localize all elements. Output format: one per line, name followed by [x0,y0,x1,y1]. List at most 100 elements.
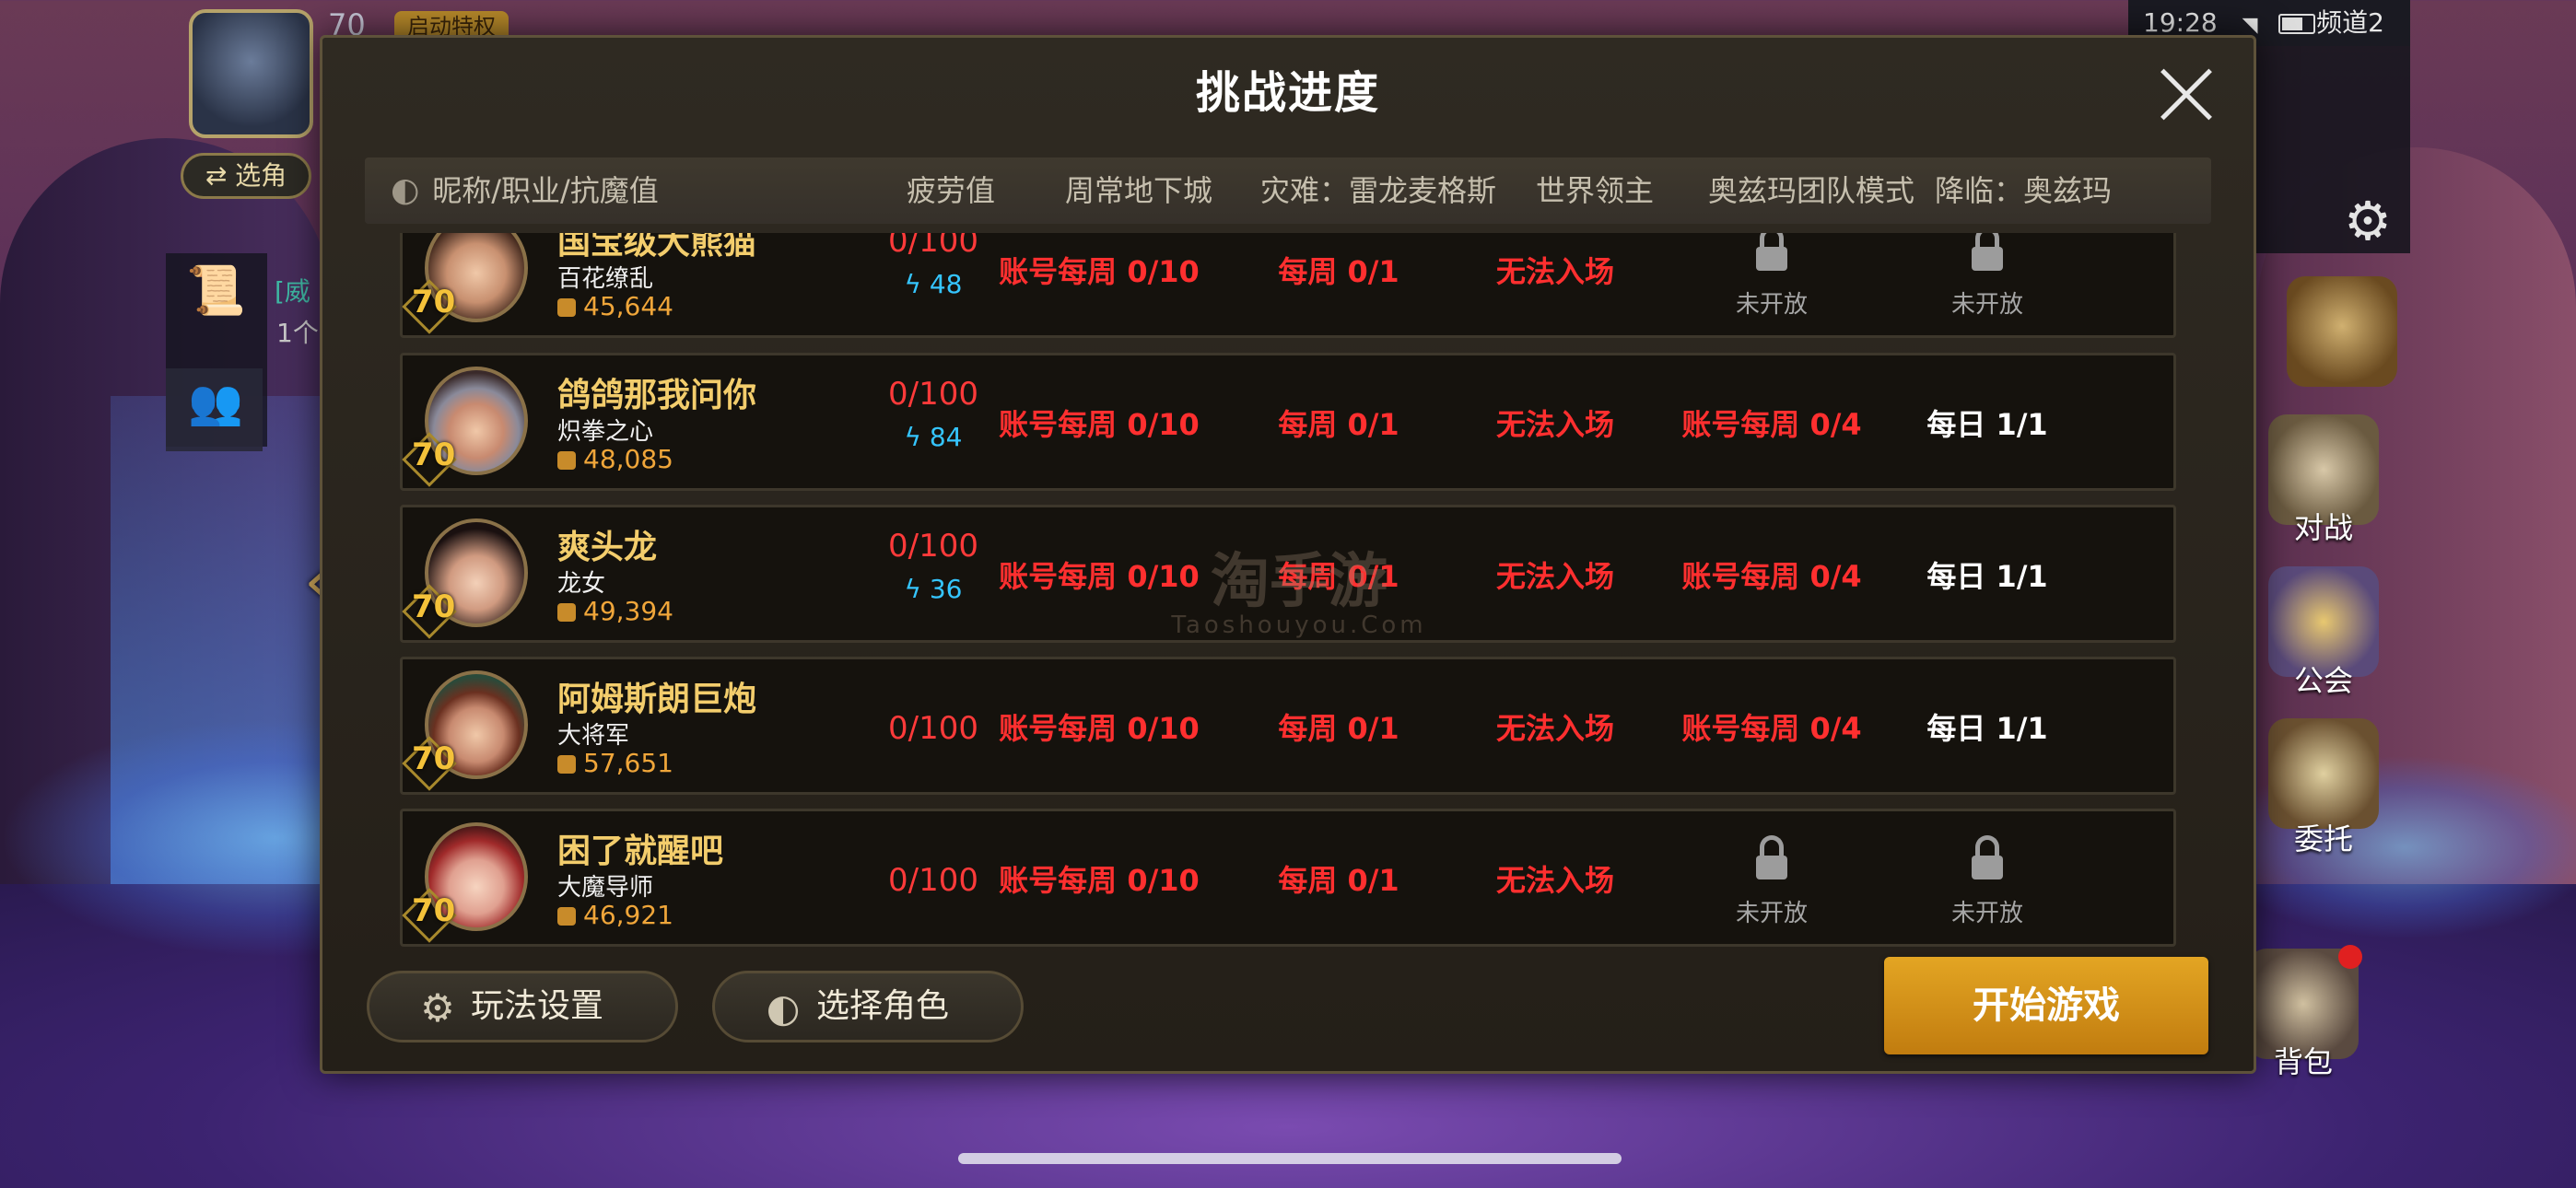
character-name: 阿姆斯朗巨炮 [557,681,757,718]
col-header: 世界领主 [1535,173,1654,208]
table-header: ◐ 昵称/职业/抗魔值 疲劳值 周常地下城 灾难：雷龙麦格斯 世界领主 奥兹玛团… [365,157,2211,224]
player-avatar[interactable] [189,9,313,138]
locked-ozma-descent: 未开放 [1877,233,2098,320]
lock-icon [1972,233,2003,271]
world-lord-status: 无法入场 [1495,254,1614,289]
pvp-label[interactable]: 对战 [2268,505,2379,547]
switch-character-button[interactable]: ⇄ 选角 [181,153,311,199]
table-row[interactable]: 70 国宝级大熊猫 百花缭乱 45,644 0/100 ϟ 48 账号每周 0/… [400,233,2176,338]
notification-dot [2338,945,2362,969]
ozma-descent-status: 每日 1/1 [1926,407,2048,442]
table-row[interactable]: 70 阿姆斯朗巨炮 大将军 57,651 0/100 账号每周 0/10 每周 … [400,657,2176,795]
level-value: 70 [412,740,456,777]
energy-value: ϟ 48 [904,269,963,299]
disaster-status: 每周 0/1 [1278,711,1399,746]
chat-line: 1个 [276,318,319,348]
start-game-button[interactable]: 开始游戏 [1884,957,2208,1054]
world-lord-status: 无法入场 [1495,711,1614,746]
energy-value: ϟ 84 [904,422,963,452]
fatigue-value: 0/100 [888,376,978,413]
character-job: 龙女 [557,570,606,598]
power-icon [557,907,576,926]
gear-icon[interactable]: ⚙ [2336,189,2400,253]
ozma-team-status: 账号每周 0/4 [1681,407,1862,442]
anti-magic-value: 46,921 [557,900,673,930]
ozma-descent-status: 每日 1/1 [1926,711,2048,746]
ozma-descent-status: 每日 1/1 [1926,559,2048,594]
col-header: 昵称/职业/抗魔值 [432,173,659,208]
power-icon [557,298,576,317]
disaster-status: 每周 0/1 [1278,254,1399,289]
anti-magic-value: 45,644 [557,291,673,321]
world-lord-status: 无法入场 [1495,863,1614,898]
treasure-chest-icon[interactable] [2287,276,2397,387]
character-name: 鸽鸽那我问你 [557,377,757,414]
clock: 19:28 [2143,7,2218,38]
fatigue-value: 0/100 [888,233,978,260]
fatigue-value: 0/100 [888,710,978,747]
level-value: 70 [412,892,456,929]
friends-panel[interactable]: 👥 [166,368,263,451]
battery-icon [2278,14,2316,34]
power-icon [557,755,576,774]
col-header: 灾难：雷龙麦格斯 [1259,173,1496,208]
power-icon [557,603,576,622]
table-row[interactable]: 70 困了就醒吧 大魔导师 46,921 0/100 账号每周 0/10 每周 … [400,809,2176,947]
lock-icon [1756,835,1787,879]
character-name: 爽头龙 [557,529,658,566]
character-job: 大魔导师 [557,874,654,902]
scroll-icon[interactable]: 📜 [186,262,246,319]
ozma-team-status: 账号每周 0/4 [1681,711,1862,746]
character-name: 困了就醒吧 [557,833,724,870]
watermark-url: Taoshouyou.Com [1171,611,1427,639]
character-job: 大将军 [557,722,630,750]
locked-ozma-team: 未开放 [1661,835,1882,928]
col-header: 降临：奥兹玛 [1934,173,2112,208]
gameplay-settings-button[interactable]: ⚙ 玩法设置 [367,971,678,1042]
commission-icon[interactable] [2268,718,2379,829]
character-job: 百花缭乱 [557,265,654,293]
lightning-icon: ϟ [904,422,930,452]
gear-icon: ⚙ [420,985,455,1031]
weekly-dungeon-status: 账号每周 0/10 [999,254,1200,289]
close-icon[interactable] [2156,64,2217,124]
level-value: 70 [412,437,456,473]
dialog-title: 挑战进度 [1195,67,1380,119]
guild-label[interactable]: 公会 [2268,658,2379,700]
disaster-status: 每周 0/1 [1278,407,1399,442]
lock-icon [1756,233,1787,271]
col-header: 周常地下城 [1064,173,1212,208]
magic-circle [2211,755,2576,939]
col-header: 奥兹玛团队模式 [1707,173,1914,208]
commission-label[interactable]: 委托 [2268,816,2379,858]
table-row[interactable]: 70 鸽鸽那我问你 炽拳之心 48,085 0/100 ϟ 84 账号每周 0/… [400,353,2176,491]
fatigue-value: 0/100 [888,528,978,565]
channel-label: 频道2 [2316,7,2384,38]
lock-icon [1972,835,2003,879]
lightning-icon: ϟ [904,269,930,299]
fatigue-value: 0/100 [888,862,978,899]
anti-magic-value: 48,085 [557,444,673,474]
ozma-team-status: 账号每周 0/4 [1681,559,1862,594]
anti-magic-value: 49,394 [557,596,673,626]
weekly-dungeon-status: 账号每周 0/10 [999,407,1200,442]
select-character-button[interactable]: ◐ 选择角色 [712,971,1024,1042]
power-icon [557,451,576,470]
world-lord-status: 无法入场 [1495,559,1614,594]
energy-value: ϟ 36 [904,574,963,604]
level-value: 70 [412,284,456,320]
lightning-icon: ϟ [904,574,930,604]
anti-magic-value: 57,651 [557,748,673,778]
level-value: 70 [412,588,456,625]
locked-ozma-team: 未开放 [1661,233,1882,320]
disaster-status: 每周 0/1 [1278,863,1399,898]
wifi-icon: ◥ [2242,14,2258,37]
character-icon: ◐ [766,985,801,1031]
character-job: 炽拳之心 [557,418,654,446]
bag-label[interactable]: 背包 [2248,1039,2359,1081]
home-indicator[interactable] [958,1153,1622,1164]
friends-icon[interactable]: 👥 [188,376,243,428]
weekly-dungeon-status: 账号每周 0/10 [999,863,1200,898]
world-lord-status: 无法入场 [1495,407,1614,442]
chat-line: [威 [275,276,310,307]
